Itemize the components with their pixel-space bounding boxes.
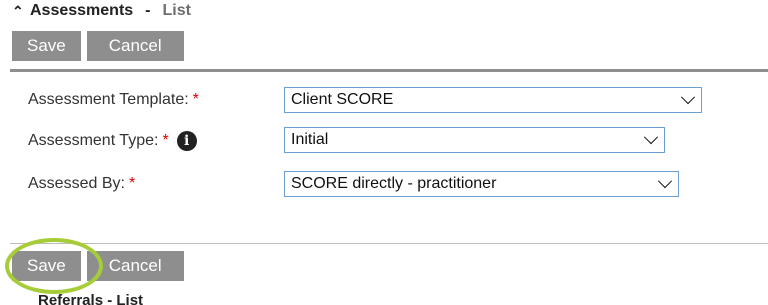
assessments-page: ⌃ Assessments - List Save Cancel Assessm… — [0, 0, 768, 305]
collapse-chevron-icon[interactable]: ⌃ — [12, 3, 26, 20]
required-marker: * — [128, 175, 136, 192]
required-marker: * — [162, 132, 169, 149]
type-row: Assessment Type: * i — [28, 127, 197, 155]
type-label: Assessment Type: — [28, 132, 159, 149]
template-label: Assessment Template: — [28, 91, 189, 108]
highlight-ring — [5, 238, 103, 294]
page-title: Assessments — [30, 2, 134, 19]
assessment-template-select[interactable]: Client SCORE — [284, 87, 702, 113]
assessment-template-value: Client SCORE — [291, 91, 394, 108]
assessed-by-row: Assessed By: * — [28, 170, 135, 198]
assessed-by-value: SCORE directly - practitioner — [291, 175, 497, 192]
page-header: ⌃ Assessments - List — [12, 0, 191, 22]
assessment-type-select[interactable]: Initial — [284, 127, 665, 153]
required-marker: * — [192, 91, 199, 108]
chevron-down-icon — [680, 90, 696, 105]
info-icon[interactable]: i — [176, 131, 197, 151]
top-toolbar: Save Cancel — [12, 31, 184, 61]
assessed-by-label: Assessed By: — [28, 175, 125, 192]
next-section-heading: Referrals - List — [38, 292, 144, 305]
title-separator: - — [145, 2, 151, 19]
chevron-down-icon — [657, 174, 673, 189]
page-subtitle: List — [162, 2, 191, 19]
template-row: Assessment Template: * — [28, 86, 199, 114]
assessment-type-value: Initial — [291, 131, 329, 148]
chevron-down-icon — [643, 130, 659, 145]
cancel-button-top[interactable]: Cancel — [86, 31, 184, 61]
save-button-top[interactable]: Save — [12, 31, 81, 61]
assessed-by-select[interactable]: SCORE directly - practitioner — [284, 171, 679, 197]
